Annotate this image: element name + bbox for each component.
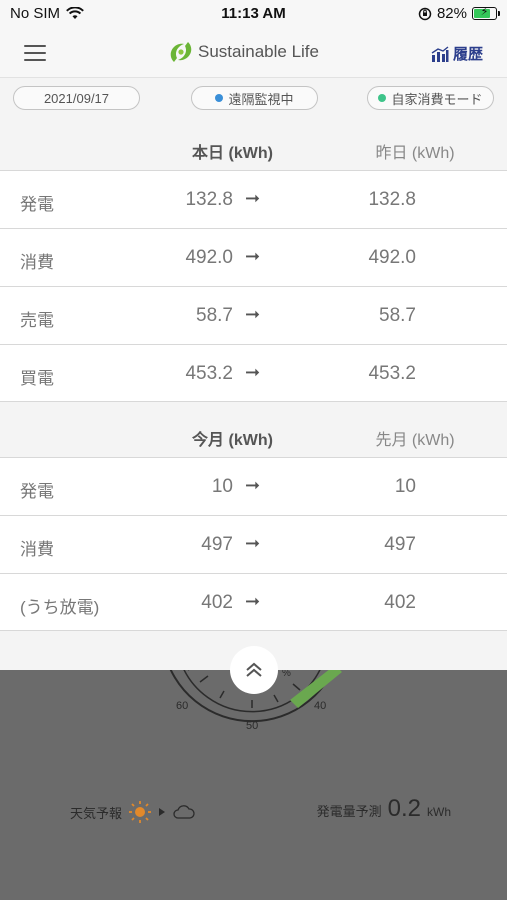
daily-row-generation: 発電 132.8 ➞ 132.8 — [0, 170, 507, 228]
gauge-tick-40: 40 — [314, 700, 326, 712]
right-arrow-icon: ➞ — [245, 591, 261, 611]
status-bar: No SIM 11:13 AM 82% ⚡ — [0, 0, 507, 28]
mode-pill: 自家消費モード — [367, 86, 494, 110]
dimmed-dashboard: 60 50 40 % — [0, 670, 507, 900]
leaf-logo-icon — [170, 42, 192, 62]
row-label: (うち放電) — [20, 598, 100, 617]
menu-button[interactable] — [24, 45, 46, 61]
orientation-lock-icon — [418, 7, 432, 20]
monthly-row-discharge: (うち放電) 402 ➞ 402 — [0, 573, 507, 631]
this-month-value: 10 — [211, 476, 233, 497]
col-last-month: 先月 (kWh) — [375, 432, 455, 449]
bar-chart-icon — [431, 45, 449, 62]
mode-status-dot — [378, 94, 387, 102]
gauge-tick-50: 50 — [246, 720, 258, 732]
right-arrow-icon: ➞ — [245, 362, 261, 382]
history-button[interactable]: 履歴 — [431, 43, 483, 64]
right-arrow-icon: ➞ — [245, 475, 261, 495]
row-label: 消費 — [20, 253, 54, 272]
generation-forecast: 発電量予測 0.2 kWh — [317, 795, 451, 823]
daily-row-consumption: 消費 492.0 ➞ 492.0 — [0, 228, 507, 286]
prediction-value: 0.2 — [387, 795, 421, 822]
battery-icon: ⚡ — [472, 6, 500, 20]
col-yesterday: 昨日 (kWh) — [375, 145, 455, 162]
col-this-month: 今月 (kWh) — [192, 432, 273, 449]
row-label: 消費 — [20, 540, 54, 559]
col-today: 本日 (kWh) — [192, 145, 273, 162]
today-value: 132.8 — [185, 189, 233, 210]
row-label: 発電 — [20, 482, 54, 501]
date-label: 2021/09/17 — [43, 90, 110, 106]
status-right: 82% ⚡ — [418, 5, 500, 22]
monitor-status-dot — [215, 94, 224, 102]
arrow-right-small-icon — [159, 808, 166, 816]
remote-monitor-pill: 遠隔監視中 — [191, 86, 318, 110]
row-label: 売電 — [20, 311, 54, 330]
right-arrow-icon: ➞ — [245, 304, 261, 324]
yesterday-value: 492.0 — [368, 247, 416, 268]
monthly-row-consumption: 消費 497 ➞ 497 — [0, 515, 507, 573]
monitor-label: 遠隔監視中 — [228, 91, 294, 107]
daily-header: 本日 (kWh) 昨日 (kWh) — [0, 122, 507, 170]
cloud-icon — [173, 805, 195, 819]
right-arrow-icon: ➞ — [245, 246, 261, 266]
mode-label: 自家消費モード — [391, 91, 483, 107]
date-pill[interactable]: 2021/09/17 — [13, 86, 140, 110]
app-header: Sustainable Life 履歴 — [0, 28, 507, 78]
monthly-header: 今月 (kWh) 先月 (kWh) — [0, 409, 507, 457]
yesterday-value: 132.8 — [368, 189, 416, 210]
app-logo: Sustainable Life — [168, 38, 319, 66]
today-value: 453.2 — [185, 363, 233, 384]
right-arrow-icon: ➞ — [245, 533, 261, 553]
prediction-label: 発電量予測 — [316, 804, 382, 819]
app-title: Sustainable Life — [198, 42, 319, 61]
battery-percent: 82% — [436, 5, 467, 22]
history-label: 履歴 — [452, 46, 483, 63]
last-month-value: 402 — [384, 592, 416, 613]
row-label: 発電 — [20, 195, 54, 214]
daily-row-buy: 買電 453.2 ➞ 453.2 — [0, 344, 507, 402]
today-value: 492.0 — [185, 247, 233, 268]
this-month-value: 402 — [201, 592, 233, 613]
prediction-unit: kWh — [427, 805, 451, 819]
right-arrow-icon: ➞ — [245, 188, 261, 208]
collapse-panel-button[interactable] — [230, 646, 278, 694]
status-pills: 2021/09/17 遠隔監視中 自家消費モード — [0, 78, 507, 122]
weather-forecast-label: 天気予報 — [70, 805, 123, 821]
yesterday-value: 58.7 — [379, 305, 416, 326]
gauge-tick-60: 60 — [176, 700, 188, 712]
today-value: 58.7 — [196, 305, 233, 326]
last-month-value: 10 — [394, 476, 416, 497]
charging-bolt-icon: ⚡ — [480, 6, 489, 18]
double-chevron-up-icon — [246, 662, 262, 677]
monthly-row-generation: 発電 10 ➞ 10 — [0, 457, 507, 515]
this-month-value: 497 — [201, 534, 233, 555]
gauge-partial-label: % — [282, 670, 291, 679]
yesterday-value: 453.2 — [368, 363, 416, 384]
sun-icon — [129, 801, 152, 823]
last-month-value: 497 — [384, 534, 416, 555]
weather-forecast: 天気予報 — [70, 800, 196, 824]
energy-summary-panel: 本日 (kWh) 昨日 (kWh) 発電 132.8 ➞ 132.8 消費 49… — [0, 122, 507, 670]
daily-row-sell: 売電 58.7 ➞ 58.7 — [0, 286, 507, 344]
row-label: 買電 — [20, 369, 54, 388]
